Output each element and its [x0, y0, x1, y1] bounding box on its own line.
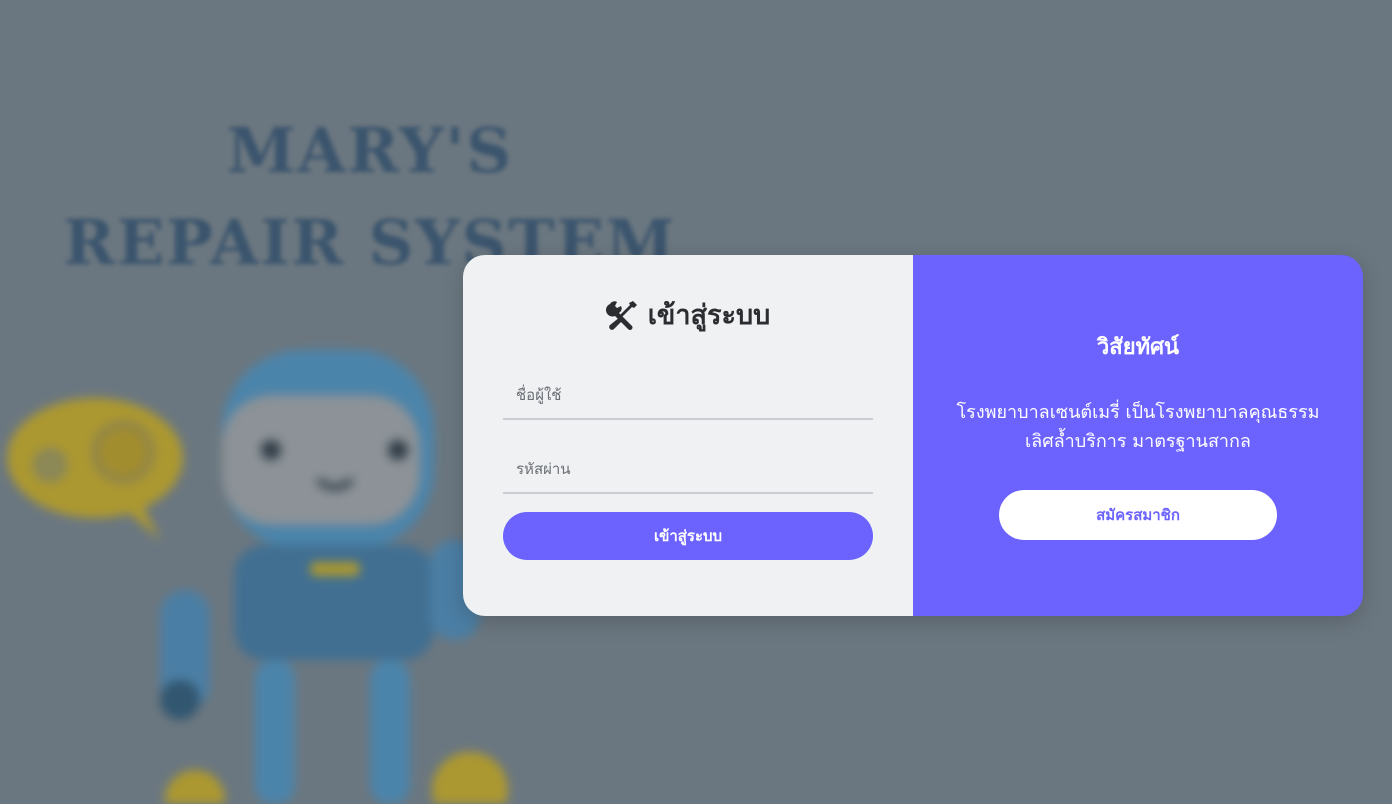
tools-icon [605, 300, 637, 330]
vision-panel: วิสัยทัศน์ โรงพยาบาลเซนต์เมรี่ เป็นโรงพย… [913, 255, 1363, 616]
password-input[interactable] [503, 446, 873, 494]
vision-heading: วิสัยทัศน์ [1096, 335, 1180, 360]
login-card: เข้าสู่ระบบ เข้าสู่ระบบ วิสัยทัศน์ โรงพย… [463, 255, 1363, 616]
login-title: เข้าสู่ระบบ [463, 293, 913, 336]
login-button[interactable]: เข้าสู่ระบบ [503, 512, 873, 560]
register-button[interactable]: สมัครสมาชิก [999, 490, 1277, 540]
login-title-text: เข้าสู่ระบบ [647, 300, 771, 331]
username-input[interactable] [503, 372, 873, 420]
background-title-line1: MARY'S [226, 114, 514, 187]
vision-line1: โรงพยาบาลเซนต์เมรี่ เป็นโรงพยาบาลคุณธรรม [956, 402, 1320, 423]
login-panel: เข้าสู่ระบบ เข้าสู่ระบบ [463, 255, 913, 616]
vision-line2: เลิศล้ำบริการ มาตรฐานสากล [1025, 431, 1251, 452]
vision-text: โรงพยาบาลเซนต์เมรี่ เป็นโรงพยาบาลคุณธรรม… [933, 398, 1343, 456]
